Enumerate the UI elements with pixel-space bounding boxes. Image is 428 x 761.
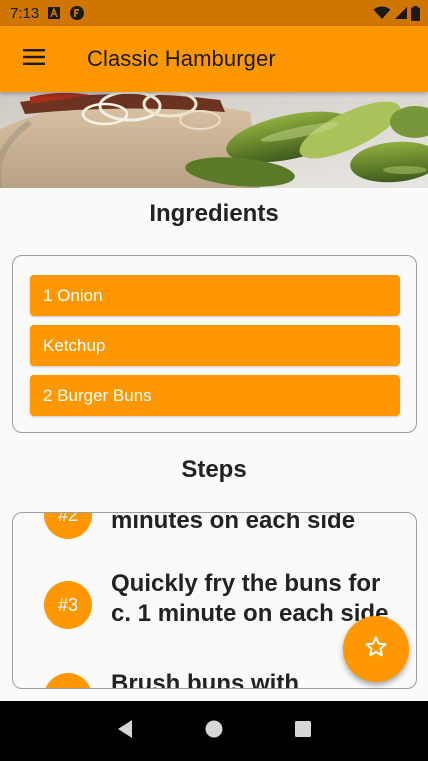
- ingredients-heading: Ingredients: [149, 200, 279, 227]
- step-text: Quickly fry the buns for c. 1 minute on …: [111, 570, 389, 627]
- battery-icon: [411, 5, 420, 21]
- home-icon: [204, 719, 224, 744]
- notification-a-icon: [47, 6, 61, 20]
- recents-button[interactable]: [283, 711, 323, 751]
- step-text: Brush buns with: [111, 670, 299, 689]
- ingredient-item[interactable]: 2 Burger Buns: [30, 375, 400, 416]
- hamburger-photo: [0, 92, 428, 188]
- step-text: minutes on each side: [111, 512, 356, 534]
- system-nav-bar: [0, 701, 428, 761]
- ingredients-card: 1 Onion Ketchup 2 Burger Buns: [12, 255, 417, 433]
- home-button[interactable]: [194, 711, 234, 751]
- wifi-icon: [373, 6, 391, 20]
- notification-f-icon: [69, 5, 85, 21]
- ingredient-item[interactable]: Ketchup: [30, 325, 400, 366]
- menu-button[interactable]: [0, 26, 68, 92]
- step-badge: #4: [44, 673, 92, 688]
- step-badge: #3: [44, 581, 92, 629]
- app-bar: Classic Hamburger: [0, 26, 428, 92]
- hamburger-menu-icon: [23, 48, 45, 70]
- steps-heading: Steps: [181, 456, 247, 483]
- recents-icon: [294, 720, 312, 743]
- step-badge: #2: [44, 513, 92, 539]
- star-outline-icon: [364, 635, 388, 664]
- favorite-button[interactable]: [343, 616, 409, 682]
- back-button[interactable]: [105, 711, 145, 751]
- recipe-content[interactable]: Ingredients 1 Onion Ketchup 2 Burger Bun…: [0, 92, 428, 701]
- back-icon: [116, 719, 134, 744]
- status-bar: 7:13: [0, 0, 428, 26]
- page-title: Classic Hamburger: [87, 46, 276, 71]
- ingredient-item[interactable]: 1 Onion: [30, 275, 400, 316]
- signal-icon: [394, 6, 408, 20]
- status-time: 7:13: [10, 4, 40, 22]
